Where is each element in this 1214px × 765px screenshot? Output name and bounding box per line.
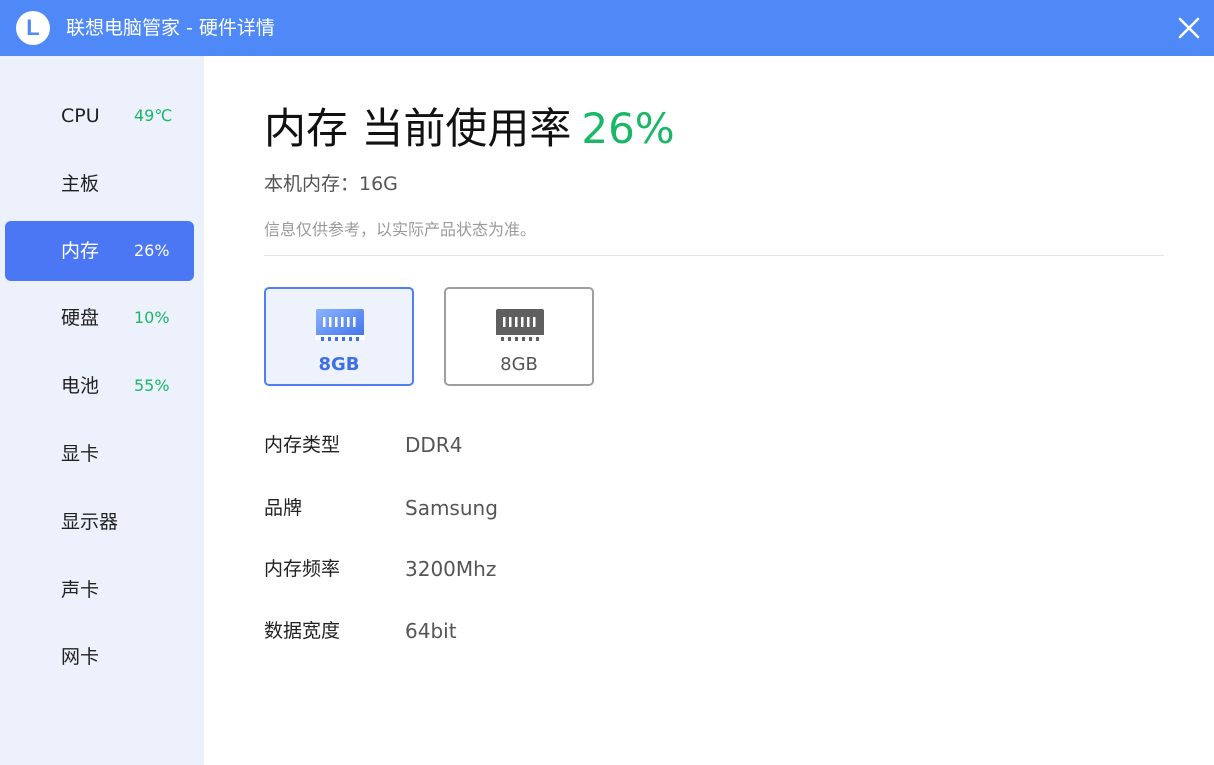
ram-module-icon — [495, 309, 545, 341]
slot-capacity: 8GB — [500, 354, 538, 375]
sidebar-item-display[interactable]: 显示器 — [5, 492, 194, 552]
disk-usage: 10% — [134, 308, 170, 327]
hardware-sidebar: CPU 49℃ 主板 内存 26% 硬盘 10% 电池 55% 显卡 显示器 声… — [0, 56, 204, 765]
spec-value-frequency: 3200Mhz — [405, 557, 497, 581]
spec-key-data-width: 数据宽度 — [264, 620, 341, 642]
sidebar-item-gpu[interactable]: 显卡 — [5, 424, 194, 484]
spec-value-memory-type: DDR4 — [405, 433, 463, 457]
page-title-text: 内存 当前使用率 — [264, 104, 572, 153]
battery-level: 55% — [134, 376, 170, 395]
sidebar-item-sound-card[interactable]: 声卡 — [5, 560, 194, 620]
spec-key-memory-type: 内存类型 — [264, 434, 341, 456]
sidebar-item-disk[interactable]: 硬盘 10% — [5, 288, 194, 348]
spec-value-data-width: 64bit — [405, 619, 457, 643]
page-title: 内存 当前使用率 26% — [264, 101, 675, 157]
total-memory: 本机内存：16G — [264, 173, 398, 195]
sidebar-item-cpu[interactable]: CPU 49℃ — [5, 86, 194, 146]
sidebar-item-label: 声卡 — [61, 579, 100, 601]
sidebar-item-battery[interactable]: 电池 55% — [5, 356, 194, 416]
sidebar-item-label: 显卡 — [61, 443, 100, 465]
sidebar-item-label: 内存 — [61, 240, 100, 262]
spec-key-frequency: 内存频率 — [264, 558, 341, 580]
sidebar-item-motherboard[interactable]: 主板 — [5, 154, 194, 214]
window-title: 联想电脑管家 - 硬件详情 — [66, 17, 275, 39]
spec-value-brand: Samsung — [405, 496, 498, 520]
cpu-temperature: 49℃ — [134, 106, 173, 125]
title-bar: L 联想电脑管家 - 硬件详情 — [0, 0, 1214, 56]
spec-key-brand: 品牌 — [264, 497, 303, 519]
divider — [264, 255, 1164, 256]
sidebar-item-label: 主板 — [61, 173, 100, 195]
close-icon — [1178, 17, 1200, 39]
ram-module-icon — [315, 309, 365, 341]
sidebar-item-label: 网卡 — [61, 646, 100, 668]
sidebar-item-label: 硬盘 — [61, 307, 100, 329]
sidebar-item-label: 显示器 — [61, 511, 119, 533]
memory-slot-1[interactable]: 8GB — [264, 287, 414, 386]
sidebar-item-label: 电池 — [61, 375, 100, 397]
lenovo-logo-icon: L — [16, 11, 50, 45]
disclaimer-text: 信息仅供参考，以实际产品状态为准。 — [264, 220, 537, 239]
sidebar-item-memory[interactable]: 内存 26% — [5, 221, 194, 281]
sidebar-item-label: CPU — [61, 105, 100, 127]
slot-capacity: 8GB — [318, 354, 360, 375]
close-button[interactable] — [1177, 16, 1201, 40]
logo-letter: L — [26, 15, 40, 40]
memory-usage: 26% — [134, 241, 170, 260]
memory-slot-2[interactable]: 8GB — [444, 287, 594, 386]
usage-percent: 26% — [581, 104, 675, 153]
sidebar-item-network-card[interactable]: 网卡 — [5, 627, 194, 687]
